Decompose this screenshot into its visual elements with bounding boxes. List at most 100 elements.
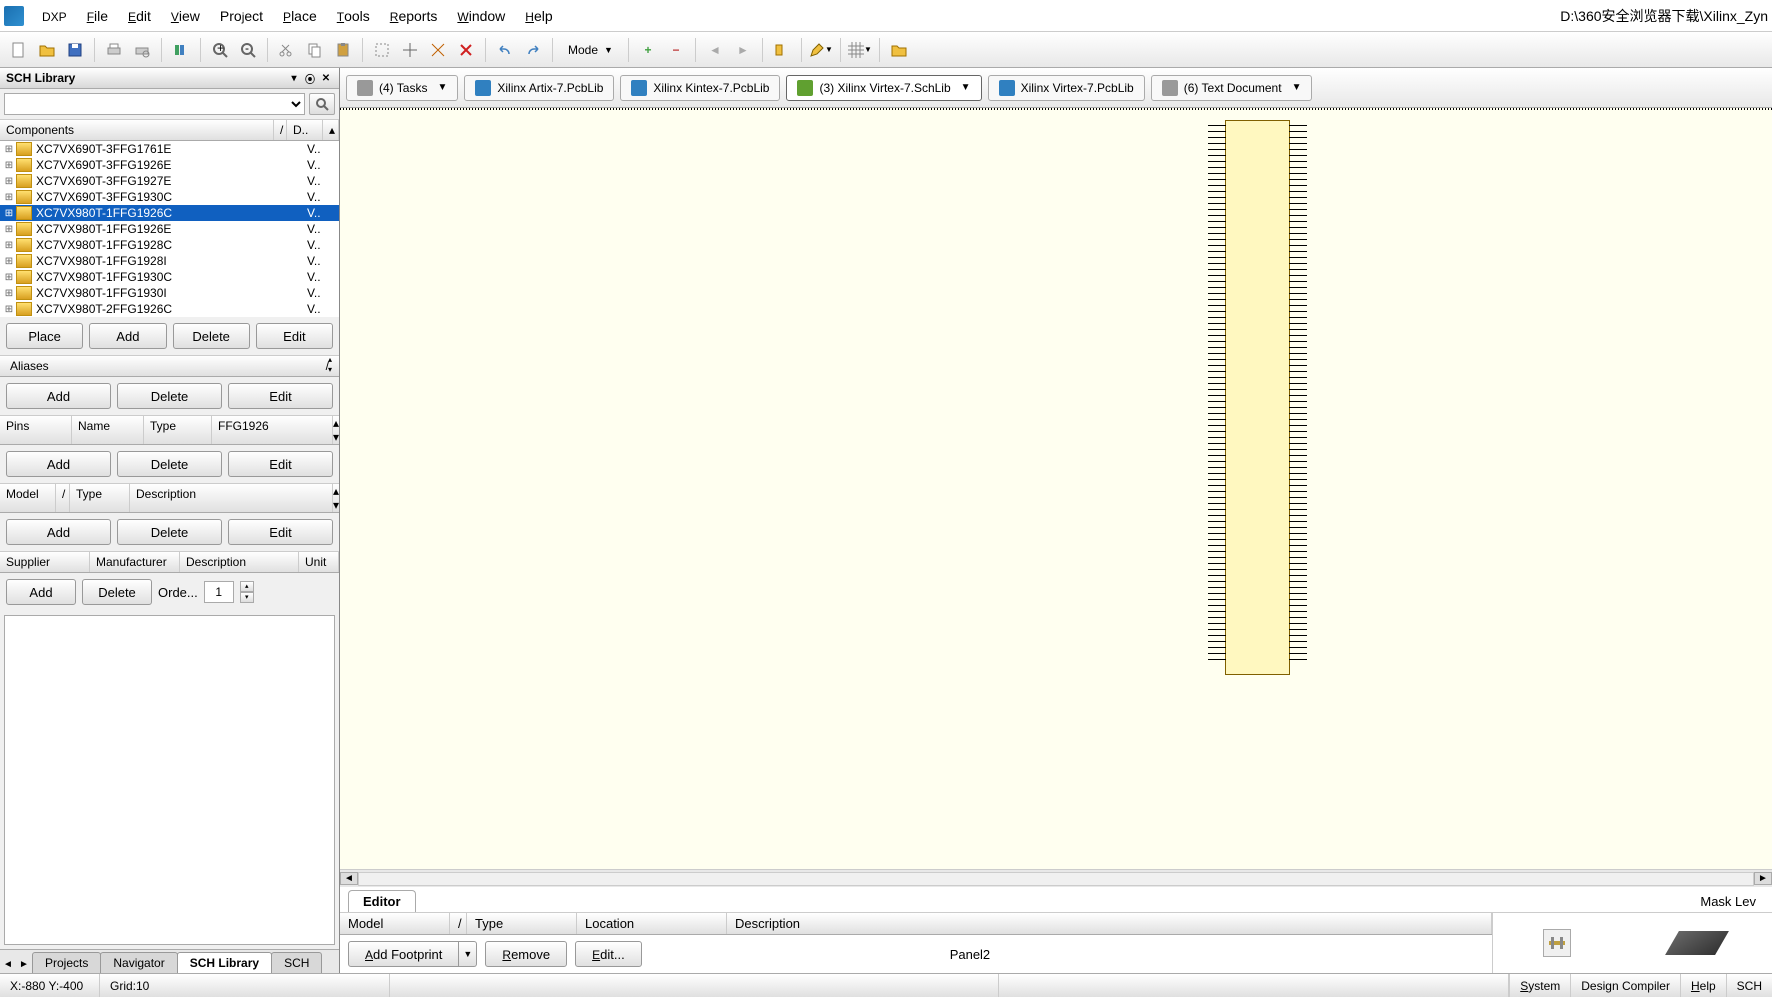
pins-header[interactable]: Pins Name Type FFG1926 ▴▾ (0, 415, 339, 445)
component-row[interactable]: ⊞XC7VX690T-3FFG1930CV.. (0, 189, 339, 205)
expand-icon[interactable]: ⊞ (2, 288, 16, 299)
footprint-thumb-icon[interactable] (1543, 929, 1571, 957)
undo-icon[interactable] (492, 37, 518, 63)
print-preview-icon[interactable] (129, 37, 155, 63)
menu-project[interactable]: Project (210, 4, 273, 28)
alias-edit-button[interactable]: Edit (228, 383, 333, 409)
component-row[interactable]: ⊞XC7VX980T-1FFG1928CV.. (0, 237, 339, 253)
expand-icon[interactable]: ⊞ (2, 208, 16, 219)
expand-icon[interactable]: ⊞ (2, 240, 16, 251)
edit-button[interactable]: Edit (256, 323, 333, 349)
model-table-header[interactable]: Model / Type Location Description (340, 913, 1492, 935)
place-button[interactable]: Place (6, 323, 83, 349)
expand-icon[interactable]: ⊞ (2, 224, 16, 235)
status-design-compiler-button[interactable]: Design Compiler (1570, 974, 1680, 997)
schematic-canvas[interactable] (340, 108, 1772, 869)
document-tab[interactable]: (4) Tasks▼ (346, 75, 458, 101)
component-row[interactable]: ⊞XC7VX980T-1FFG1926EV.. (0, 221, 339, 237)
panel-dropdown-icon[interactable]: ▾ (287, 71, 301, 85)
document-tab[interactable]: Xilinx Artix-7.PcbLib (464, 75, 614, 101)
scroll-left-icon[interactable]: ◄ (340, 872, 358, 885)
component-row[interactable]: ⊞XC7VX980T-1FFG1926CV.. (0, 205, 339, 221)
redo-icon[interactable] (520, 37, 546, 63)
prev-icon[interactable]: ◄ (702, 37, 728, 63)
tab-sch[interactable]: SCH (271, 952, 322, 973)
menu-dxp[interactable]: DXP (32, 4, 77, 28)
menu-tools[interactable]: Tools (327, 4, 380, 28)
chevron-down-icon[interactable]: ▼ (961, 82, 971, 93)
edit-footprint-button[interactable]: Edit... (575, 941, 642, 967)
expand-icon[interactable]: ⊞ (2, 144, 16, 155)
save-icon[interactable] (62, 37, 88, 63)
spinner-up-icon[interactable]: ▴ (240, 581, 254, 592)
tab-nav-right-icon[interactable]: ► (16, 956, 32, 973)
pins-edit-button[interactable]: Edit (228, 451, 333, 477)
document-tab[interactable]: Xilinx Kintex-7.PcbLib (620, 75, 780, 101)
move-icon[interactable] (397, 37, 423, 63)
zoom-in-icon[interactable]: + (207, 37, 233, 63)
scroll-up-icon[interactable]: ▴ (323, 120, 339, 140)
component-row[interactable]: ⊞XC7VX980T-1FFG1930CV.. (0, 269, 339, 285)
zoom-out-icon[interactable]: - (235, 37, 261, 63)
remove-part-icon[interactable]: − (663, 37, 689, 63)
document-tab[interactable]: (6) Text Document▼ (1151, 75, 1313, 101)
model-add-button[interactable]: Add (6, 519, 111, 545)
tab-navigator[interactable]: Navigator (100, 952, 177, 973)
model-header[interactable]: Model / Type Description ▴▾ (0, 483, 339, 513)
new-file-icon[interactable] (6, 37, 32, 63)
expand-icon[interactable]: ⊞ (2, 304, 16, 315)
tab-projects[interactable]: Projects (32, 952, 101, 973)
copy-icon[interactable] (302, 37, 328, 63)
library-icon[interactable] (168, 37, 194, 63)
spinner-down-icon[interactable]: ▾ (240, 592, 254, 603)
grid-icon[interactable]: ▼ (847, 37, 873, 63)
menu-place[interactable]: Place (273, 4, 327, 28)
model-delete-button[interactable]: Delete (117, 519, 222, 545)
horizontal-scrollbar[interactable]: ◄ ► (340, 869, 1772, 887)
expand-icon[interactable]: ⊞ (2, 176, 16, 187)
status-help-button[interactable]: Help (1680, 974, 1726, 997)
tab-sch-library[interactable]: SCH Library (177, 952, 272, 973)
supplier-add-button[interactable]: Add (6, 579, 76, 605)
library-filter-input[interactable] (4, 93, 305, 115)
status-sch-button[interactable]: SCH (1726, 974, 1772, 997)
scroll-right-icon[interactable]: ► (1754, 872, 1772, 885)
cut-icon[interactable] (274, 37, 300, 63)
menu-edit[interactable]: Edit (118, 4, 161, 28)
expand-icon[interactable]: ⊞ (2, 160, 16, 171)
remove-footprint-button[interactable]: Remove (485, 941, 567, 967)
aliases-header[interactable]: Aliases / ▴▾ (0, 355, 339, 377)
expand-icon[interactable]: ⊞ (2, 256, 16, 267)
components-col-header[interactable]: Components (0, 120, 274, 140)
add-footprint-button[interactable]: Add Footprint▼ (348, 941, 477, 967)
scroll-up-icon[interactable]: ▴ (333, 484, 339, 498)
menu-view[interactable]: View (161, 4, 210, 28)
add-part-icon[interactable]: + (635, 37, 661, 63)
component-row[interactable]: ⊞XC7VX690T-3FFG1761EV.. (0, 141, 339, 157)
pins-delete-button[interactable]: Delete (117, 451, 222, 477)
menu-help[interactable]: Help (515, 4, 562, 28)
scroll-down-icon[interactable]: ▾ (333, 430, 339, 444)
model-edit-button[interactable]: Edit (228, 519, 333, 545)
print-icon[interactable] (101, 37, 127, 63)
editor-tab[interactable]: Editor (348, 890, 416, 912)
open-folder-icon[interactable] (34, 37, 60, 63)
components-list[interactable]: ⊞XC7VX690T-3FFG1761EV.. ⊞XC7VX690T-3FFG19… (0, 141, 339, 317)
alias-add-button[interactable]: Add (6, 383, 111, 409)
delete-button[interactable]: Delete (173, 323, 250, 349)
menu-file[interactable]: File (77, 4, 118, 28)
scroll-up-icon[interactable]: ▴ (333, 416, 339, 430)
mode-dropdown[interactable]: Mode ▼ (559, 40, 622, 60)
supplier-delete-button[interactable]: Delete (82, 579, 152, 605)
panel-close-icon[interactable]: ✕ (319, 71, 333, 85)
edit-draw-icon[interactable]: ▼ (808, 37, 834, 63)
scroll-down-icon[interactable]: ▾ (333, 498, 339, 512)
mask-level-label[interactable]: Mask Lev (1692, 891, 1764, 912)
search-button[interactable] (309, 93, 335, 115)
component-row[interactable]: ⊞XC7VX690T-3FFG1927EV.. (0, 173, 339, 189)
scroll-down-icon[interactable]: ▾ (323, 366, 337, 376)
component-row[interactable]: ⊞XC7VX980T-1FFG1930IV.. (0, 285, 339, 301)
components-list-header[interactable]: Components / D.. ▴ (0, 120, 339, 141)
component-row[interactable]: ⊞XC7VX980T-2FFG1926CV.. (0, 301, 339, 317)
document-tab[interactable]: (3) Xilinx Virtex-7.SchLib▼ (786, 75, 981, 101)
